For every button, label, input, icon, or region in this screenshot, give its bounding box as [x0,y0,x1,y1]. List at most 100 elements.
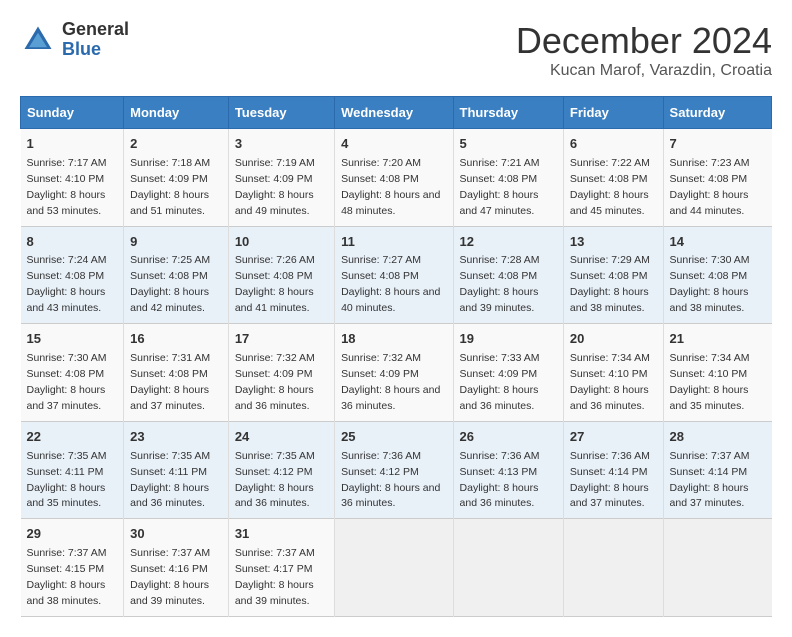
sunrise-text: Sunrise: 7:37 AM [27,547,107,559]
sunrise-text: Sunrise: 7:36 AM [570,450,650,462]
col-friday: Friday [563,97,663,129]
daylight-text: Daylight: 8 hours and 36 minutes. [570,384,649,412]
sunset-text: Sunset: 4:10 PM [27,173,105,185]
day-number: 21 [670,330,766,349]
day-number: 15 [27,330,118,349]
daylight-text: Daylight: 8 hours and 36 minutes. [235,482,314,510]
day-number: 5 [460,135,557,154]
calendar-cell: 19 Sunrise: 7:33 AM Sunset: 4:09 PM Dayl… [453,324,563,422]
daylight-text: Daylight: 8 hours and 38 minutes. [570,286,649,314]
calendar-cell: 28 Sunrise: 7:37 AM Sunset: 4:14 PM Dayl… [663,421,771,519]
logo-text: General Blue [62,20,129,60]
calendar-week-row: 8 Sunrise: 7:24 AM Sunset: 4:08 PM Dayli… [21,226,772,324]
col-saturday: Saturday [663,97,771,129]
sunset-text: Sunset: 4:08 PM [341,173,419,185]
sunset-text: Sunset: 4:08 PM [460,173,538,185]
daylight-text: Daylight: 8 hours and 45 minutes. [570,189,649,217]
title-area: December 2024 Kucan Marof, Varazdin, Cro… [516,20,772,80]
calendar-cell: 23 Sunrise: 7:35 AM Sunset: 4:11 PM Dayl… [124,421,229,519]
day-number: 1 [27,135,118,154]
daylight-text: Daylight: 8 hours and 38 minutes. [27,579,106,607]
daylight-text: Daylight: 8 hours and 37 minutes. [27,384,106,412]
daylight-text: Daylight: 8 hours and 36 minutes. [460,482,539,510]
day-number: 31 [235,525,328,544]
calendar-cell: 7 Sunrise: 7:23 AM Sunset: 4:08 PM Dayli… [663,129,771,227]
daylight-text: Daylight: 8 hours and 36 minutes. [341,482,440,510]
col-wednesday: Wednesday [335,97,453,129]
daylight-text: Daylight: 8 hours and 36 minutes. [130,482,209,510]
calendar-cell: 25 Sunrise: 7:36 AM Sunset: 4:12 PM Dayl… [335,421,453,519]
calendar-cell [453,519,563,617]
daylight-text: Daylight: 8 hours and 49 minutes. [235,189,314,217]
daylight-text: Daylight: 8 hours and 37 minutes. [670,482,749,510]
sunset-text: Sunset: 4:17 PM [235,563,313,575]
sunset-text: Sunset: 4:10 PM [670,368,748,380]
sunset-text: Sunset: 4:08 PM [130,368,208,380]
calendar-cell: 14 Sunrise: 7:30 AM Sunset: 4:08 PM Dayl… [663,226,771,324]
sunset-text: Sunset: 4:08 PM [460,270,538,282]
sunrise-text: Sunrise: 7:37 AM [235,547,315,559]
calendar-cell: 31 Sunrise: 7:37 AM Sunset: 4:17 PM Dayl… [228,519,334,617]
calendar-cell [335,519,453,617]
calendar-week-row: 15 Sunrise: 7:30 AM Sunset: 4:08 PM Dayl… [21,324,772,422]
daylight-text: Daylight: 8 hours and 37 minutes. [570,482,649,510]
day-number: 7 [670,135,766,154]
col-monday: Monday [124,97,229,129]
day-number: 10 [235,233,328,252]
sunset-text: Sunset: 4:08 PM [570,173,648,185]
col-thursday: Thursday [453,97,563,129]
sunset-text: Sunset: 4:10 PM [570,368,648,380]
sunrise-text: Sunrise: 7:30 AM [27,352,107,364]
daylight-text: Daylight: 8 hours and 39 minutes. [130,579,209,607]
daylight-text: Daylight: 8 hours and 43 minutes. [27,286,106,314]
sunset-text: Sunset: 4:08 PM [570,270,648,282]
sunset-text: Sunset: 4:11 PM [27,466,104,478]
sunrise-text: Sunrise: 7:36 AM [460,450,540,462]
day-number: 12 [460,233,557,252]
day-number: 16 [130,330,222,349]
day-number: 2 [130,135,222,154]
sunset-text: Sunset: 4:09 PM [341,368,419,380]
calendar-cell: 8 Sunrise: 7:24 AM Sunset: 4:08 PM Dayli… [21,226,124,324]
calendar-cell: 20 Sunrise: 7:34 AM Sunset: 4:10 PM Dayl… [563,324,663,422]
day-number: 6 [570,135,657,154]
sunrise-text: Sunrise: 7:34 AM [670,352,750,364]
sunrise-text: Sunrise: 7:31 AM [130,352,210,364]
sunrise-text: Sunrise: 7:32 AM [341,352,421,364]
day-number: 30 [130,525,222,544]
daylight-text: Daylight: 8 hours and 42 minutes. [130,286,209,314]
col-tuesday: Tuesday [228,97,334,129]
logo: General Blue [20,20,129,60]
sunset-text: Sunset: 4:09 PM [235,173,313,185]
header: General Blue December 2024 Kucan Marof, … [20,20,772,80]
daylight-text: Daylight: 8 hours and 53 minutes. [27,189,106,217]
calendar-cell: 16 Sunrise: 7:31 AM Sunset: 4:08 PM Dayl… [124,324,229,422]
sunset-text: Sunset: 4:09 PM [460,368,538,380]
sunrise-text: Sunrise: 7:35 AM [27,450,107,462]
sunrise-text: Sunrise: 7:17 AM [27,157,107,169]
sunrise-text: Sunrise: 7:27 AM [341,254,421,266]
sunset-text: Sunset: 4:12 PM [235,466,313,478]
sunset-text: Sunset: 4:09 PM [130,173,208,185]
day-number: 28 [670,428,766,447]
sunrise-text: Sunrise: 7:37 AM [130,547,210,559]
calendar-cell: 10 Sunrise: 7:26 AM Sunset: 4:08 PM Dayl… [228,226,334,324]
logo-icon [20,22,56,58]
day-number: 23 [130,428,222,447]
calendar-cell: 4 Sunrise: 7:20 AM Sunset: 4:08 PM Dayli… [335,129,453,227]
sunset-text: Sunset: 4:08 PM [27,270,105,282]
day-number: 4 [341,135,446,154]
day-number: 24 [235,428,328,447]
day-number: 11 [341,233,446,252]
day-number: 20 [570,330,657,349]
calendar-cell: 5 Sunrise: 7:21 AM Sunset: 4:08 PM Dayli… [453,129,563,227]
sunrise-text: Sunrise: 7:34 AM [570,352,650,364]
sunrise-text: Sunrise: 7:32 AM [235,352,315,364]
calendar-cell: 30 Sunrise: 7:37 AM Sunset: 4:16 PM Dayl… [124,519,229,617]
calendar-week-row: 22 Sunrise: 7:35 AM Sunset: 4:11 PM Dayl… [21,421,772,519]
calendar-cell: 9 Sunrise: 7:25 AM Sunset: 4:08 PM Dayli… [124,226,229,324]
sunrise-text: Sunrise: 7:36 AM [341,450,421,462]
daylight-text: Daylight: 8 hours and 36 minutes. [341,384,440,412]
daylight-text: Daylight: 8 hours and 39 minutes. [460,286,539,314]
sunset-text: Sunset: 4:08 PM [130,270,208,282]
